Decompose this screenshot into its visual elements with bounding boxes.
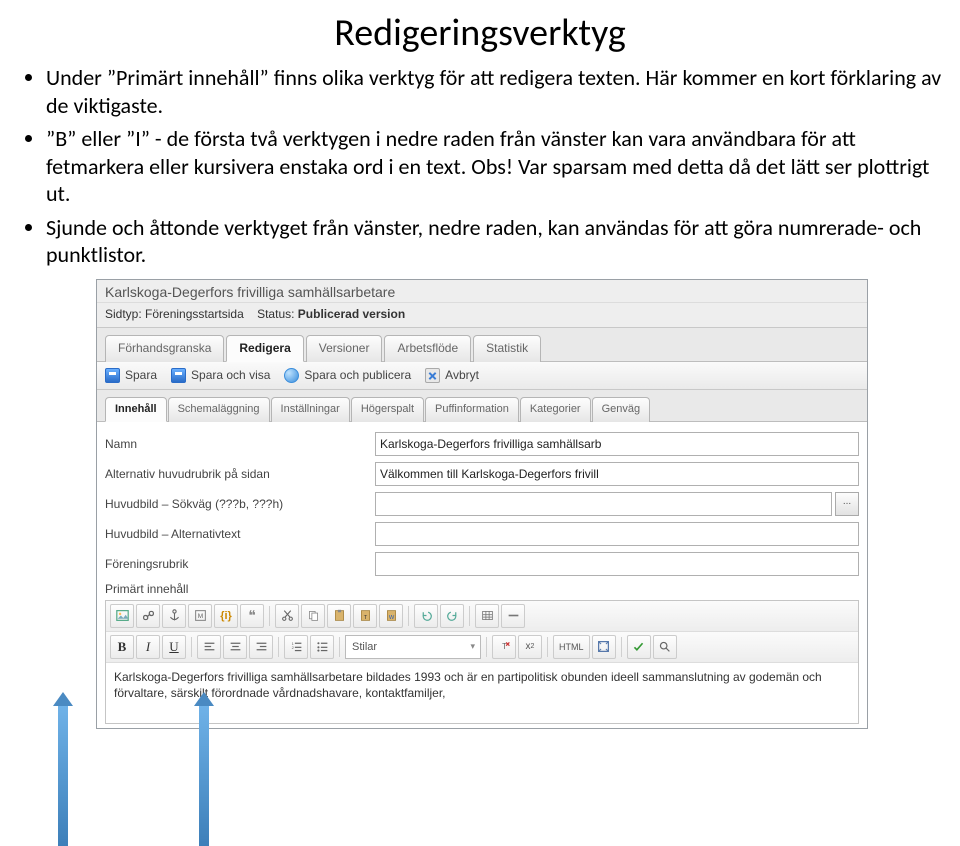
sidtyp-value: Föreningsstartsida (145, 307, 244, 321)
editor-screenshot: Karlskoga-Degerfors frivilliga samhällsa… (96, 279, 868, 729)
cancel-label: Avbryt (445, 368, 479, 382)
rte-toolbar-row2: B I U 12 Stilar T x2 (106, 632, 858, 663)
cancel-icon (425, 368, 440, 383)
unordered-list-icon[interactable] (310, 635, 334, 659)
rich-text-editor: M {i} ❝ T W B (105, 600, 859, 724)
tab-content[interactable]: Innehåll (105, 397, 167, 422)
alt-heading-field[interactable] (375, 462, 859, 486)
remove-format-icon[interactable]: T (492, 635, 516, 659)
tab-workflow[interactable]: Arbetsflöde (384, 335, 471, 362)
insert-image-icon[interactable] (110, 604, 134, 628)
paste-text-icon[interactable]: T (353, 604, 377, 628)
cut-icon[interactable] (275, 604, 299, 628)
bullet-list: Under ”Primärt innehåll” finns olika ver… (16, 64, 944, 269)
image-alt-label: Huvudbild – Alternativtext (105, 527, 375, 541)
name-field[interactable] (375, 432, 859, 456)
redo-icon[interactable] (440, 604, 464, 628)
insert-quote-icon[interactable]: ❝ (240, 604, 264, 628)
save-publish-button[interactable]: Spara och publicera (284, 368, 411, 383)
tab-rightcol[interactable]: Högerspalt (351, 397, 424, 422)
status-label: Status: (257, 307, 294, 321)
save-button[interactable]: Spara (105, 368, 157, 383)
assoc-heading-label: Föreningsrubrik (105, 557, 375, 571)
align-right-icon[interactable] (249, 635, 273, 659)
sidtyp-label: Sidtyp: (105, 307, 142, 321)
hr-icon[interactable] (501, 604, 525, 628)
page-title: Redigeringsverktyg (16, 10, 944, 56)
form-area: Namn Alternativ huvudrubrik på sidan Huv… (97, 422, 867, 728)
rte-content[interactable]: Karlskoga-Degerfors frivilliga samhällsa… (106, 663, 858, 723)
align-center-icon[interactable] (223, 635, 247, 659)
action-bar: Spara Spara och visa Spara och publicera… (97, 362, 867, 390)
undo-icon[interactable] (414, 604, 438, 628)
save-show-label: Spara och visa (191, 368, 270, 382)
svg-text:T: T (363, 615, 367, 621)
table-icon[interactable] (475, 604, 499, 628)
paste-icon[interactable] (327, 604, 351, 628)
bold-button[interactable]: B (110, 635, 134, 659)
tab-scheduling[interactable]: Schemaläggning (168, 397, 270, 422)
html-label: HTML (559, 642, 584, 652)
tab-versions[interactable]: Versioner (306, 335, 383, 362)
find-icon[interactable] (653, 635, 677, 659)
globe-icon (284, 368, 299, 383)
tab-edit[interactable]: Redigera (226, 335, 303, 362)
bullet-item: Sjunde och åttonde verktyget från vänste… (46, 214, 944, 269)
image-path-field[interactable] (375, 492, 832, 516)
svg-text:W: W (388, 615, 394, 621)
tab-puff[interactable]: Puffinformation (425, 397, 519, 422)
image-alt-field[interactable] (375, 522, 859, 546)
tab-settings[interactable]: Inställningar (271, 397, 350, 422)
insert-code-icon[interactable]: {i} (214, 604, 238, 628)
ordered-list-icon[interactable]: 12 (284, 635, 308, 659)
page-meta: Sidtyp: Föreningsstartsida Status: Publi… (97, 303, 867, 328)
paste-word-icon[interactable]: W (379, 604, 403, 628)
tab-categories[interactable]: Kategorier (520, 397, 591, 422)
tab-statistics[interactable]: Statistik (473, 335, 541, 362)
styles-dropdown[interactable]: Stilar (345, 635, 481, 659)
sub-tabstrip: Innehåll Schemaläggning Inställningar Hö… (97, 390, 867, 422)
status-value: Publicerad version (298, 307, 405, 321)
anchor-icon[interactable] (162, 604, 186, 628)
copy-icon[interactable] (301, 604, 325, 628)
spellcheck-icon[interactable] (627, 635, 651, 659)
source-button[interactable]: HTML (553, 635, 590, 659)
svg-text:M: M (197, 613, 202, 620)
primary-content-label: Primärt innehåll (105, 582, 859, 600)
cancel-button[interactable]: Avbryt (425, 368, 479, 383)
main-tabstrip: Förhandsgranska Redigera Versioner Arbet… (97, 328, 867, 362)
insert-link-icon[interactable] (136, 604, 160, 628)
save-icon (171, 368, 186, 383)
assoc-heading-field[interactable] (375, 552, 859, 576)
image-path-label: Huvudbild – Sökväg (???b, ???h) (105, 497, 375, 511)
align-left-icon[interactable] (197, 635, 221, 659)
insert-macro-icon[interactable]: M (188, 604, 212, 628)
save-label: Spara (125, 368, 157, 382)
save-icon (105, 368, 120, 383)
italic-button[interactable]: I (136, 635, 160, 659)
browse-button[interactable]: ... (835, 492, 859, 516)
alt-heading-label: Alternativ huvudrubrik på sidan (105, 467, 375, 481)
tab-preview[interactable]: Förhandsgranska (105, 335, 224, 362)
bullet-item: Under ”Primärt innehåll” finns olika ver… (46, 64, 944, 119)
name-label: Namn (105, 437, 375, 451)
breadcrumb: Karlskoga-Degerfors frivilliga samhällsa… (97, 280, 867, 303)
bullet-item: ”B” eller ”I” - de första två verktygen … (46, 125, 944, 208)
subscript-icon[interactable]: x2 (518, 635, 542, 659)
save-show-button[interactable]: Spara och visa (171, 368, 270, 383)
underline-button[interactable]: U (162, 635, 186, 659)
tab-shortcut[interactable]: Genväg (592, 397, 651, 422)
fullscreen-icon[interactable] (592, 635, 616, 659)
pointer-arrow (53, 692, 73, 846)
save-publish-label: Spara och publicera (304, 368, 411, 382)
svg-text:2: 2 (291, 645, 294, 650)
rte-toolbar-row1: M {i} ❝ T W (106, 601, 858, 632)
